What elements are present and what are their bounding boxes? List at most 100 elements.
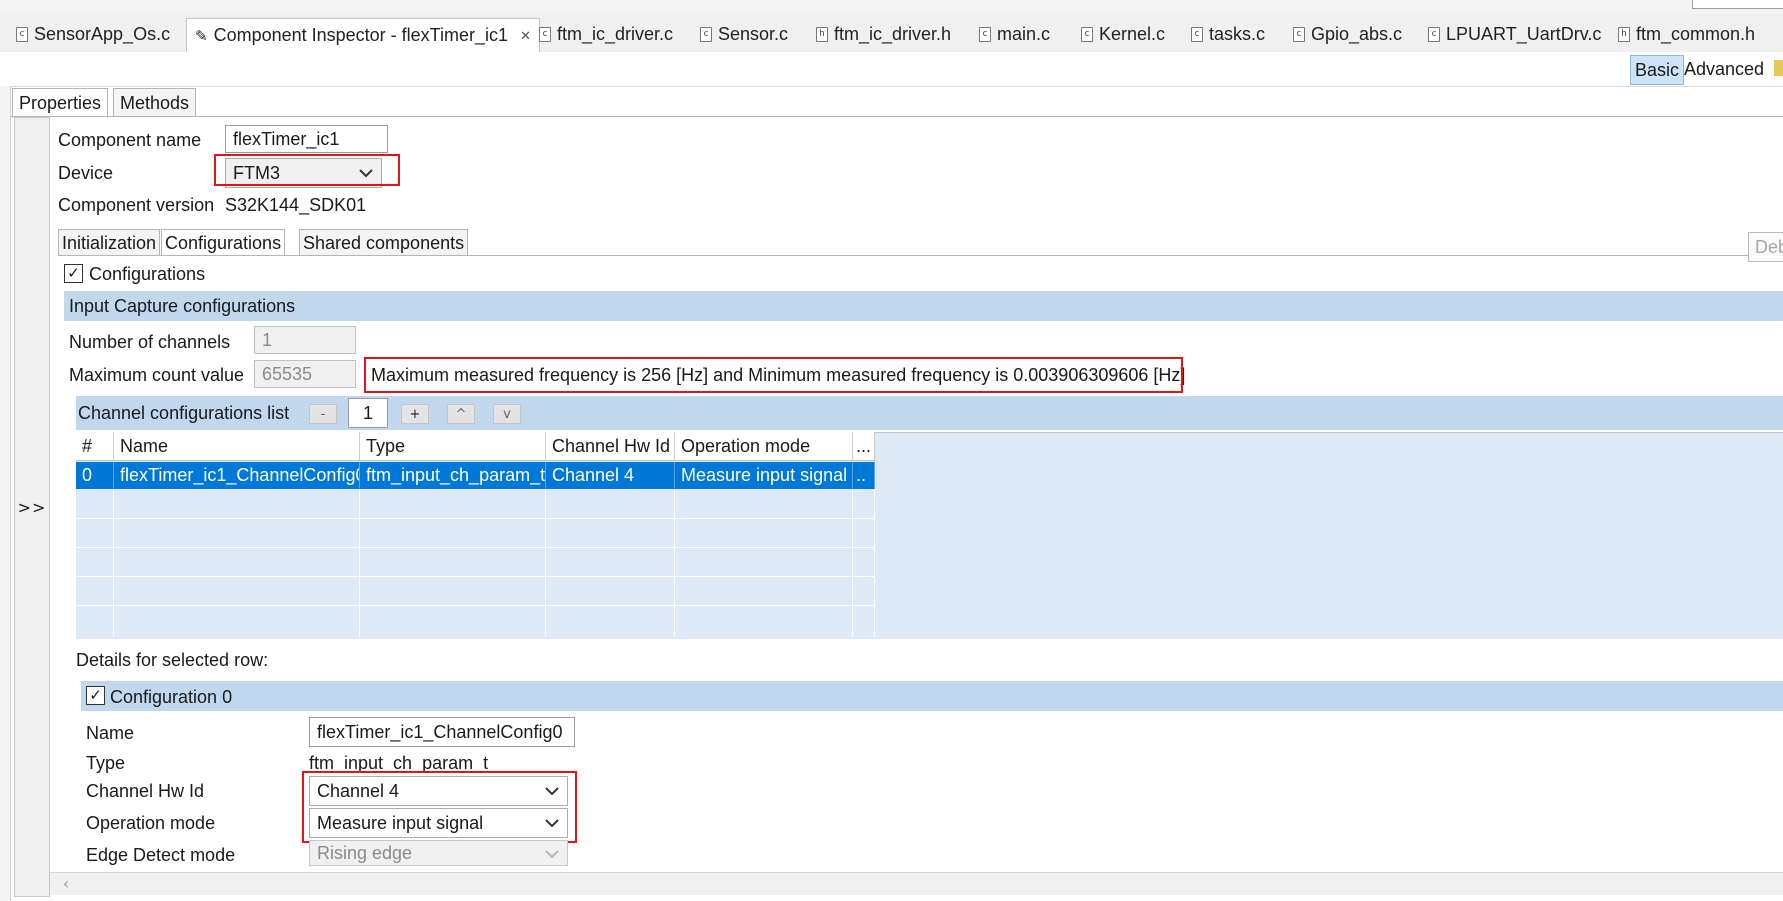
device-select[interactable]: FTM3 [225, 158, 382, 188]
c-file-icon: c [16, 26, 28, 42]
edge-detect-select: Rising edge [309, 840, 568, 866]
configuration-0-header [81, 681, 1783, 711]
tab-shared-components[interactable]: Shared components [299, 229, 469, 256]
tab-configurations[interactable]: Configurations [161, 229, 286, 256]
component-icon: ✎ [195, 26, 208, 45]
column-header-opmode[interactable]: Operation mode [675, 432, 853, 460]
detail-name-field[interactable]: flexTimer_ic1_ChannelConfig0 [309, 717, 575, 747]
detail-hwid-label: Channel Hw Id [86, 781, 205, 801]
operation-mode-select[interactable]: Measure input signal [309, 808, 568, 838]
column-header-index[interactable]: # [76, 432, 114, 460]
table-row-empty [76, 490, 875, 519]
tab-label: Component Inspector - flexTimer_ic1 [213, 25, 509, 45]
tab-main-c[interactable]: c main.c [979, 19, 1050, 49]
h-file-icon: h [816, 26, 828, 42]
horizontal-scrollbar[interactable] [50, 872, 1783, 895]
tab-tasks-c[interactable]: c tasks.c [1191, 19, 1265, 49]
tab-component-inspector[interactable]: ✎ Component Inspector - flexTimer_ic1 ✕ [186, 18, 540, 52]
configuration-0-title: Configuration 0 [110, 687, 233, 707]
table-row-empty [76, 606, 875, 636]
detail-edge-label: Edge Detect mode [86, 845, 236, 865]
tab-label: ftm_ic_driver.h [834, 23, 952, 44]
c-file-icon: c [539, 26, 551, 42]
chevron-down-icon [543, 813, 561, 833]
c-file-icon: c [700, 26, 712, 42]
divider [10, 116, 1783, 117]
component-version-label: Component version [58, 195, 215, 215]
divider [58, 255, 1783, 256]
scroll-left-icon[interactable]: ‹ [58, 872, 74, 894]
c-file-icon: c [979, 26, 991, 42]
toolbar-strip [0, 0, 1783, 15]
num-channels-field: 1 [254, 326, 356, 354]
tab-properties[interactable]: Properties [12, 88, 109, 118]
tab-ftm-ic-driver-h[interactable]: h ftm_ic_driver.h [816, 19, 951, 49]
channel-count-field[interactable]: 1 [348, 398, 388, 428]
component-name-field[interactable]: flexTimer_ic1 [225, 125, 388, 153]
detail-type-value: ftm_input_ch_param_t [309, 753, 489, 773]
tab-label: SensorApp_Os.c [34, 23, 171, 44]
chevron-down-icon [357, 163, 375, 183]
tab-label: Kernel.c [1099, 23, 1166, 44]
folder-icon[interactable] [1774, 60, 1783, 76]
debug-tab[interactable]: Debu [1748, 232, 1783, 262]
input-capture-header: Input Capture configurations [64, 291, 1783, 321]
channel-grid-header: # Name Type Channel Hw Id Operation mode… [76, 432, 875, 461]
basic-mode-button[interactable]: Basic [1630, 55, 1685, 85]
editor-tab-bar: c SensorApp_Os.c ✎ Component Inspector -… [0, 14, 1783, 53]
close-icon[interactable]: ✕ [520, 28, 531, 44]
table-row-empty [76, 548, 875, 577]
details-label: Details for selected row: [76, 650, 269, 670]
configuration-0-checkbox[interactable]: ✓ [86, 686, 105, 705]
tab-ftm-common-h[interactable]: h ftm_common.h [1618, 19, 1755, 49]
cell-opmode: Measure input signal [675, 462, 853, 489]
detail-name-label: Name [86, 723, 135, 743]
device-label: Device [58, 163, 114, 183]
cell-name: flexTimer_ic1_ChannelConfig0 [114, 462, 360, 489]
edge-detect-value: Rising edge [317, 842, 413, 863]
channel-list-title: Channel configurations list [78, 402, 290, 423]
column-header-hwid[interactable]: Channel Hw Id [546, 432, 675, 460]
tab-label: ftm_common.h [1636, 23, 1756, 44]
column-header-type[interactable]: Type [360, 432, 546, 460]
expand-panel-button[interactable]: >> [14, 117, 50, 897]
quick-access-field[interactable] [1692, 0, 1783, 9]
tab-sensorapp-os-c[interactable]: c SensorApp_Os.c [16, 19, 170, 49]
c-file-icon: c [1293, 26, 1305, 42]
frequency-note: Maximum measured frequency is 256 [Hz] a… [371, 365, 1186, 385]
tab-ftm-ic-driver-c[interactable]: c ftm_ic_driver.c [539, 19, 673, 49]
configurations-checkbox-label: Configurations [89, 264, 206, 284]
tab-kernel-c[interactable]: c Kernel.c [1081, 19, 1165, 49]
detail-opmode-label: Operation mode [86, 813, 216, 833]
advanced-mode-button[interactable]: Advanced [1684, 55, 1764, 83]
tab-methods[interactable]: Methods [113, 88, 197, 117]
column-header-more[interactable]: ... [853, 432, 875, 460]
tab-initialization[interactable]: Initialization [58, 229, 161, 256]
tab-label: Gpio_abs.c [1311, 23, 1403, 44]
tab-lpuart-uartdrv-c[interactable]: c LPUART_UartDrv.c [1428, 19, 1601, 49]
num-channels-label: Number of channels [69, 332, 231, 352]
component-version-value: S32K144_SDK01 [225, 195, 367, 215]
mode-bar [0, 52, 1783, 87]
table-row-empty [76, 577, 875, 606]
tab-label: main.c [997, 23, 1051, 44]
operation-mode-value: Measure input signal [317, 812, 484, 833]
channel-hwid-value: Channel 4 [317, 780, 400, 801]
configurations-checkbox[interactable]: ✓ [64, 264, 83, 283]
add-channel-button[interactable]: + [401, 404, 429, 424]
tab-label: ftm_ic_driver.c [557, 23, 674, 44]
tab-sensor-c[interactable]: c Sensor.c [700, 19, 788, 49]
c-file-icon: c [1428, 26, 1440, 42]
column-header-name[interactable]: Name [114, 432, 360, 460]
move-up-button[interactable]: ^ [447, 404, 475, 424]
cell-index: 0 [76, 462, 114, 489]
remove-channel-button[interactable]: - [309, 404, 337, 424]
channel-hwid-select[interactable]: Channel 4 [309, 776, 568, 806]
cell-hwid: Channel 4 [546, 462, 675, 489]
move-down-button[interactable]: v [493, 404, 521, 424]
table-row[interactable]: 0 flexTimer_ic1_ChannelConfig0 ftm_input… [76, 462, 875, 489]
tab-gpio-abs-c[interactable]: c Gpio_abs.c [1293, 19, 1402, 49]
chevron-down-icon [543, 844, 561, 864]
max-count-label: Maximum count value [69, 365, 245, 385]
max-count-field: 65535 [254, 360, 356, 388]
